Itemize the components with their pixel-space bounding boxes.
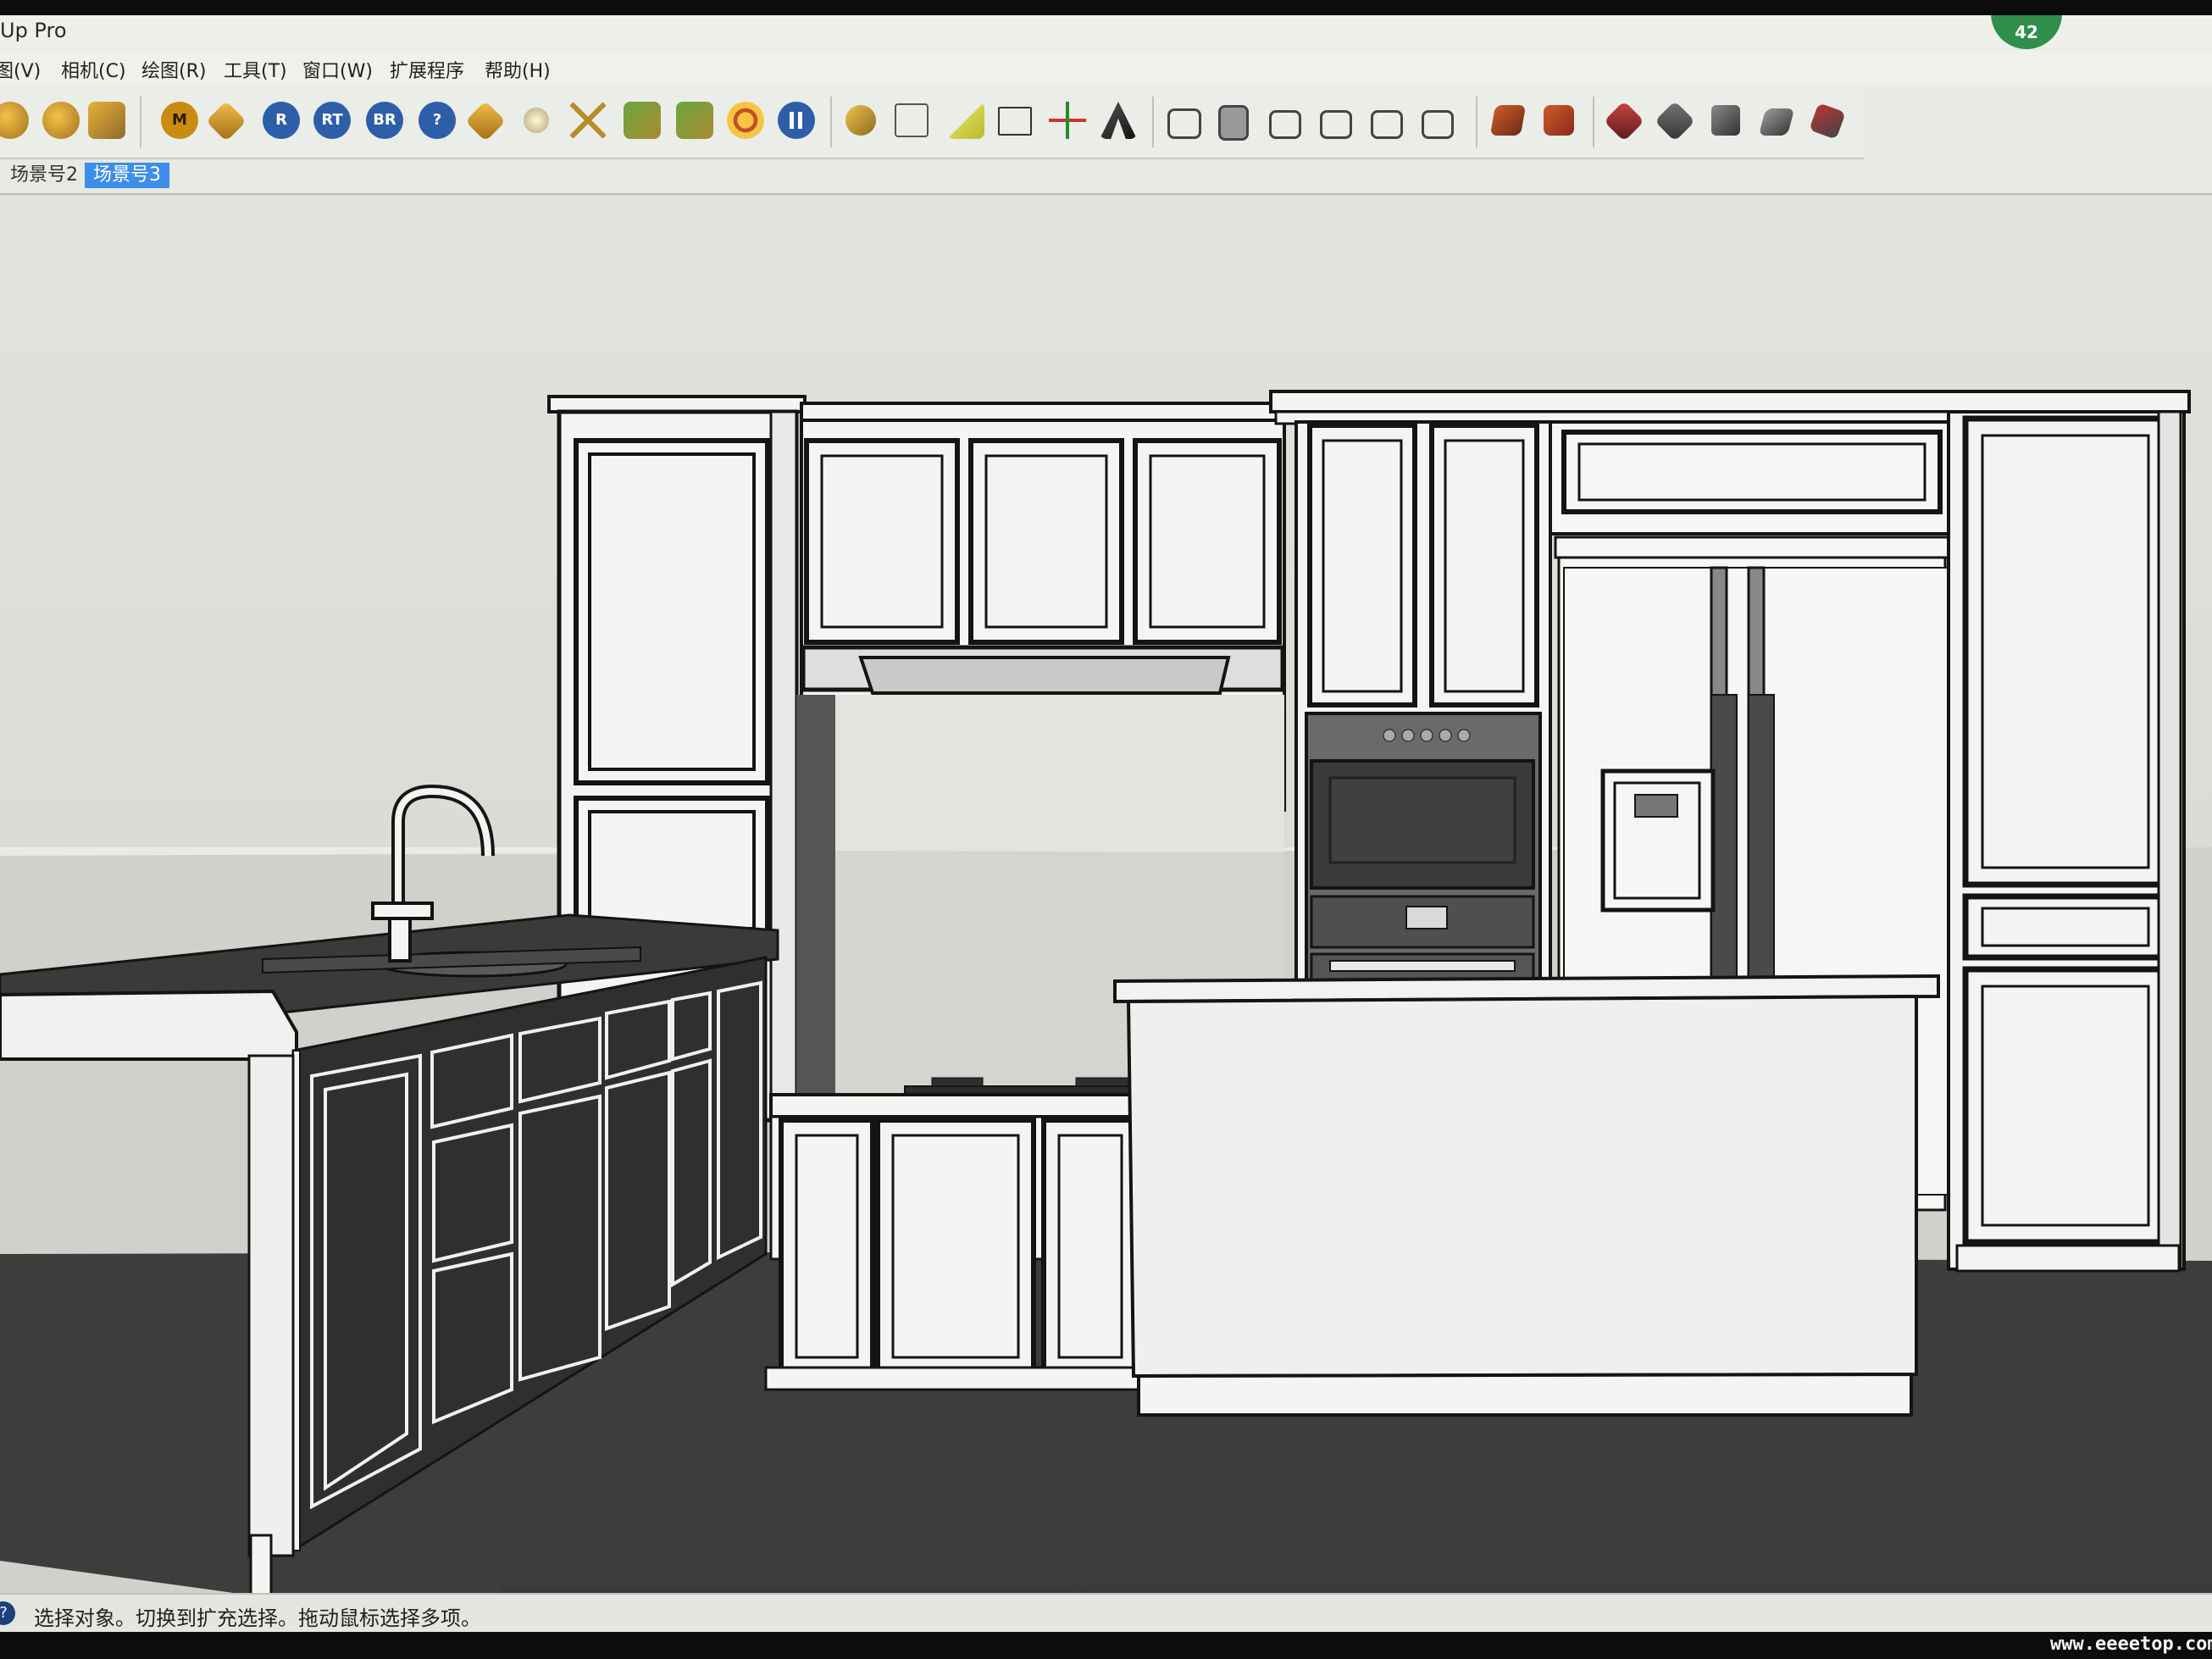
tag-icon[interactable] <box>205 100 247 142</box>
help-icon[interactable]: ? <box>419 102 456 139</box>
pause-icon[interactable] <box>778 102 815 139</box>
tall-pantry-right <box>1947 410 2186 1273</box>
cross-icon[interactable] <box>569 102 607 139</box>
sandbox-icon[interactable] <box>1758 108 1795 136</box>
tag-icon[interactable] <box>464 100 507 142</box>
toolbar: M R RT BR ? <box>0 85 1864 159</box>
scene-tabs: 场景号2 场景号3 <box>0 159 2212 195</box>
left-view-icon[interactable] <box>1422 110 1454 139</box>
menu-help[interactable]: 帮助(H) <box>485 56 551 83</box>
axes-icon[interactable] <box>1049 102 1086 139</box>
light-icon[interactable] <box>524 108 549 133</box>
sandbox-icon[interactable] <box>1654 100 1696 142</box>
menu-window[interactable]: 窗口(W) <box>302 56 373 83</box>
target-icon[interactable] <box>727 102 764 139</box>
tab-scene-2[interactable]: 场景号2 <box>2 163 86 188</box>
dimension-icon[interactable] <box>895 103 929 137</box>
back-view-icon[interactable] <box>1371 110 1403 139</box>
sphere-icon[interactable] <box>42 102 80 139</box>
kitchen-island <box>1113 974 1940 1417</box>
menu-tools[interactable]: 工具(T) <box>224 56 287 83</box>
status-text: 选择对象。切换到扩充选择。拖动鼠标选择多项。 <box>34 1606 481 1630</box>
3d-text-icon[interactable] <box>1100 102 1137 139</box>
section-icon[interactable] <box>1544 105 1574 136</box>
menu-camera[interactable]: 相机(C) <box>61 56 126 83</box>
section-icon[interactable] <box>1489 105 1527 136</box>
protractor-icon[interactable] <box>947 102 984 139</box>
watermark: www.eeeetop.com <box>2050 1634 2212 1655</box>
sandbox-icon[interactable] <box>1603 100 1645 142</box>
render-icon[interactable]: BR <box>366 102 403 139</box>
paint-icon[interactable] <box>88 102 125 139</box>
right-view-icon[interactable] <box>1320 110 1352 139</box>
window-title: Up Pro <box>0 19 67 42</box>
menu-extensions[interactable]: 扩展程序 <box>390 56 464 83</box>
tape-measure-icon[interactable] <box>845 105 876 136</box>
tab-scene-3[interactable]: 场景号3 <box>85 163 169 188</box>
sketchup-window: Up Pro 42 图(V) 相机(C) 绘图(R) 工具(T) 窗口(W) 扩… <box>0 15 2212 1632</box>
sandbox-icon[interactable] <box>1711 105 1740 136</box>
render-icon[interactable]: R <box>263 102 300 139</box>
iso-view-icon[interactable] <box>1167 108 1201 139</box>
plant-icon[interactable] <box>676 102 713 139</box>
text-label-icon[interactable] <box>998 107 1032 136</box>
top-view-icon[interactable] <box>1218 105 1249 141</box>
sphere-icon[interactable] <box>0 102 29 139</box>
help-icon[interactable]: ? <box>0 1601 15 1625</box>
front-view-icon[interactable] <box>1269 110 1301 139</box>
status-bar: ? 选择对象。切换到扩充选择。拖动鼠标选择多项。 <box>0 1593 2212 1632</box>
menu-view[interactable]: 图(V) <box>0 56 41 83</box>
sandbox-icon[interactable] <box>1809 103 1846 140</box>
title-bar: Up Pro 42 <box>0 15 2212 49</box>
plant-icon[interactable] <box>624 102 661 139</box>
notification-badge[interactable]: 42 <box>1991 15 2062 49</box>
model-viewport[interactable] <box>0 195 2212 1593</box>
material-icon[interactable]: M <box>161 102 198 139</box>
render-icon[interactable]: RT <box>313 102 351 139</box>
menu-bar: 图(V) 相机(C) 绘图(R) 工具(T) 窗口(W) 扩展程序 帮助(H) <box>0 51 2212 85</box>
menu-draw[interactable]: 绘图(R) <box>141 56 206 83</box>
